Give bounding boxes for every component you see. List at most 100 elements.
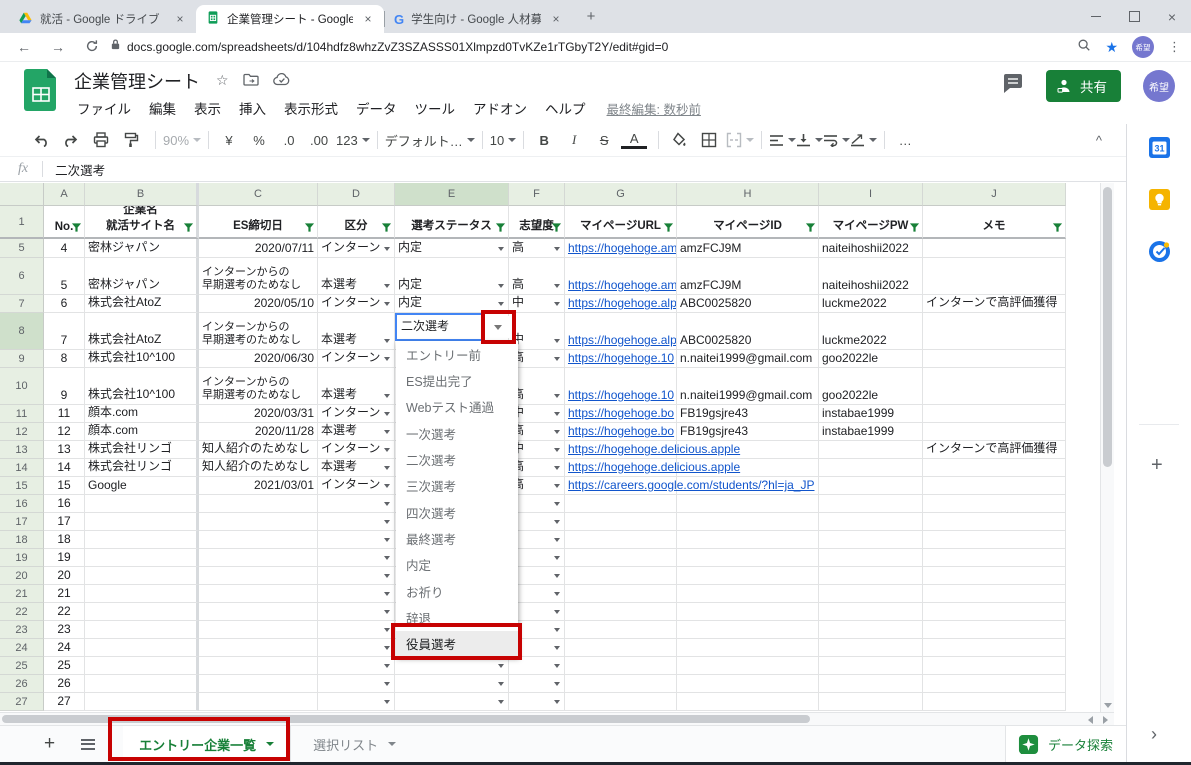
- header-cell[interactable]: マイページPW: [819, 206, 923, 239]
- cell-B11[interactable]: 顔本.com: [85, 405, 199, 423]
- cell-dropdown-arrow-icon[interactable]: [554, 646, 560, 650]
- cell-dropdown-arrow-icon[interactable]: [554, 520, 560, 524]
- cell-I14[interactable]: [819, 459, 923, 477]
- cell-dropdown-arrow-icon[interactable]: [384, 357, 390, 361]
- row-header-5[interactable]: 5: [0, 239, 44, 258]
- header-cell[interactable]: No.: [44, 206, 85, 239]
- cell-D14[interactable]: 本選考: [318, 459, 395, 477]
- menu-編集[interactable]: 編集: [140, 95, 185, 121]
- cell-dropdown-arrow-icon[interactable]: [498, 302, 504, 306]
- cell-G20[interactable]: [565, 567, 677, 585]
- row-header-19[interactable]: 19: [0, 549, 44, 567]
- cell-dropdown-arrow-icon[interactable]: [384, 284, 390, 288]
- row-header-1[interactable]: 1: [0, 206, 44, 239]
- column-header-D[interactable]: D: [318, 183, 395, 206]
- row-header-15[interactable]: 15: [0, 477, 44, 495]
- cell-D15[interactable]: インターン: [318, 477, 395, 495]
- cell-I6[interactable]: naiteihoshii2022: [819, 258, 923, 295]
- cell-G6[interactable]: https://hogehoge.am: [565, 258, 677, 295]
- cell-B10[interactable]: 株式会社10^100: [85, 368, 199, 405]
- cell-E26[interactable]: [395, 675, 509, 693]
- cell-A17[interactable]: 17: [44, 513, 85, 531]
- cell-D25[interactable]: [318, 657, 395, 675]
- cell-dropdown-arrow-icon[interactable]: [384, 592, 390, 596]
- dropdown-option-最終選考[interactable]: 最終選考: [396, 525, 518, 551]
- cell-dropdown-arrow-icon[interactable]: [384, 682, 390, 686]
- dropdown-option-ES提出完了[interactable]: ES提出完了: [396, 367, 518, 393]
- column-header-F[interactable]: F: [509, 183, 565, 206]
- cell-dropdown-arrow-icon[interactable]: [554, 484, 560, 488]
- dropdown-option-四次選考[interactable]: 四次選考: [396, 499, 518, 525]
- cell-H8[interactable]: ABC0025820: [677, 313, 819, 350]
- cell-dropdown-arrow-icon[interactable]: [384, 302, 390, 306]
- row-header-25[interactable]: 25: [0, 657, 44, 675]
- cell-A9[interactable]: 8: [44, 350, 85, 368]
- cell-J14[interactable]: [923, 459, 1066, 477]
- cell-H25[interactable]: [677, 657, 819, 675]
- row-header-27[interactable]: 27: [0, 693, 44, 711]
- cell-A10[interactable]: 9: [44, 368, 85, 405]
- cell-dropdown-arrow-icon[interactable]: [384, 700, 390, 704]
- cell-B6[interactable]: 密林ジャパン: [85, 258, 199, 295]
- menu-ツール[interactable]: ツール: [406, 95, 465, 121]
- cell-C26[interactable]: [199, 675, 318, 693]
- cell-dropdown-arrow-icon[interactable]: [384, 520, 390, 524]
- column-header-H[interactable]: H: [677, 183, 819, 206]
- maximize-icon[interactable]: [1115, 0, 1153, 33]
- cell-C12[interactable]: 2020/11/28: [199, 423, 318, 441]
- browser-tab-0[interactable]: 就活 - Google ドライブ ×: [8, 5, 196, 33]
- close-tab-icon[interactable]: ×: [172, 12, 188, 26]
- cell-dropdown-arrow-icon[interactable]: [384, 430, 390, 434]
- cell-H10[interactable]: n.naitei1999@gmail.com: [677, 368, 819, 405]
- cell-I12[interactable]: instabae1999: [819, 423, 923, 441]
- cell-B18[interactable]: [85, 531, 199, 549]
- cell-J26[interactable]: [923, 675, 1066, 693]
- browser-profile-avatar[interactable]: 希望: [1132, 36, 1154, 58]
- cell-G24[interactable]: [565, 639, 677, 657]
- cell-I23[interactable]: [819, 621, 923, 639]
- cell-A16[interactable]: 16: [44, 495, 85, 513]
- cell-A18[interactable]: 18: [44, 531, 85, 549]
- cell-A14[interactable]: 14: [44, 459, 85, 477]
- cell-dropdown-arrow-icon[interactable]: [554, 284, 560, 288]
- cell-I5[interactable]: naiteihoshii2022: [819, 239, 923, 258]
- cell-I10[interactable]: goo2022le: [819, 368, 923, 405]
- cell-G12[interactable]: https://hogehoge.bo: [565, 423, 677, 441]
- account-avatar[interactable]: 希望: [1143, 70, 1175, 102]
- fill-color-icon[interactable]: [666, 128, 692, 152]
- cell-H19[interactable]: [677, 549, 819, 567]
- font-size-select[interactable]: 10: [490, 128, 517, 152]
- cell-dropdown-arrow-icon[interactable]: [384, 412, 390, 416]
- sheet-tab-menu-icon[interactable]: [388, 742, 397, 746]
- cell-D20[interactable]: [318, 567, 395, 585]
- cell-A6[interactable]: 5: [44, 258, 85, 295]
- cell-J19[interactable]: [923, 549, 1066, 567]
- row-header-26[interactable]: 26: [0, 675, 44, 693]
- row-header-24[interactable]: 24: [0, 639, 44, 657]
- cell-dropdown-arrow-icon[interactable]: [498, 247, 504, 251]
- cell-D27[interactable]: [318, 693, 395, 711]
- cell-dropdown-arrow-icon[interactable]: [554, 700, 560, 704]
- forward-icon[interactable]: →: [48, 39, 68, 55]
- collapse-toolbar-icon[interactable]: ^: [1096, 124, 1102, 156]
- cell-C16[interactable]: [199, 495, 318, 513]
- sheets-logo[interactable]: [24, 68, 58, 117]
- decrease-decimal-button[interactable]: .0: [276, 128, 302, 152]
- cell-I7[interactable]: luckme2022: [819, 295, 923, 313]
- cell-G17[interactable]: [565, 513, 677, 531]
- cell-dropdown-arrow-icon[interactable]: [498, 664, 504, 668]
- select-all-corner[interactable]: [0, 183, 44, 206]
- cell-G15[interactable]: https://careers.google.com/students/?hl=…: [565, 477, 814, 495]
- cell-dropdown-arrow-icon[interactable]: [384, 394, 390, 398]
- cell-H12[interactable]: FB19gsjre43: [677, 423, 819, 441]
- cell-I17[interactable]: [819, 513, 923, 531]
- menu-ファイル[interactable]: ファイル: [68, 95, 140, 121]
- cell-C15[interactable]: 2021/03/01: [199, 477, 318, 495]
- cell-dropdown-arrow-icon[interactable]: [384, 646, 390, 650]
- cell-J8[interactable]: [923, 313, 1066, 350]
- cell-G22[interactable]: [565, 603, 677, 621]
- cell-A15[interactable]: 15: [44, 477, 85, 495]
- last-edit-link[interactable]: 最終編集: 数秒前: [607, 99, 701, 118]
- mypage-url-link[interactable]: https://hogehoge.delicious.apple: [568, 442, 740, 456]
- cell-C5[interactable]: 2020/07/11: [199, 239, 318, 258]
